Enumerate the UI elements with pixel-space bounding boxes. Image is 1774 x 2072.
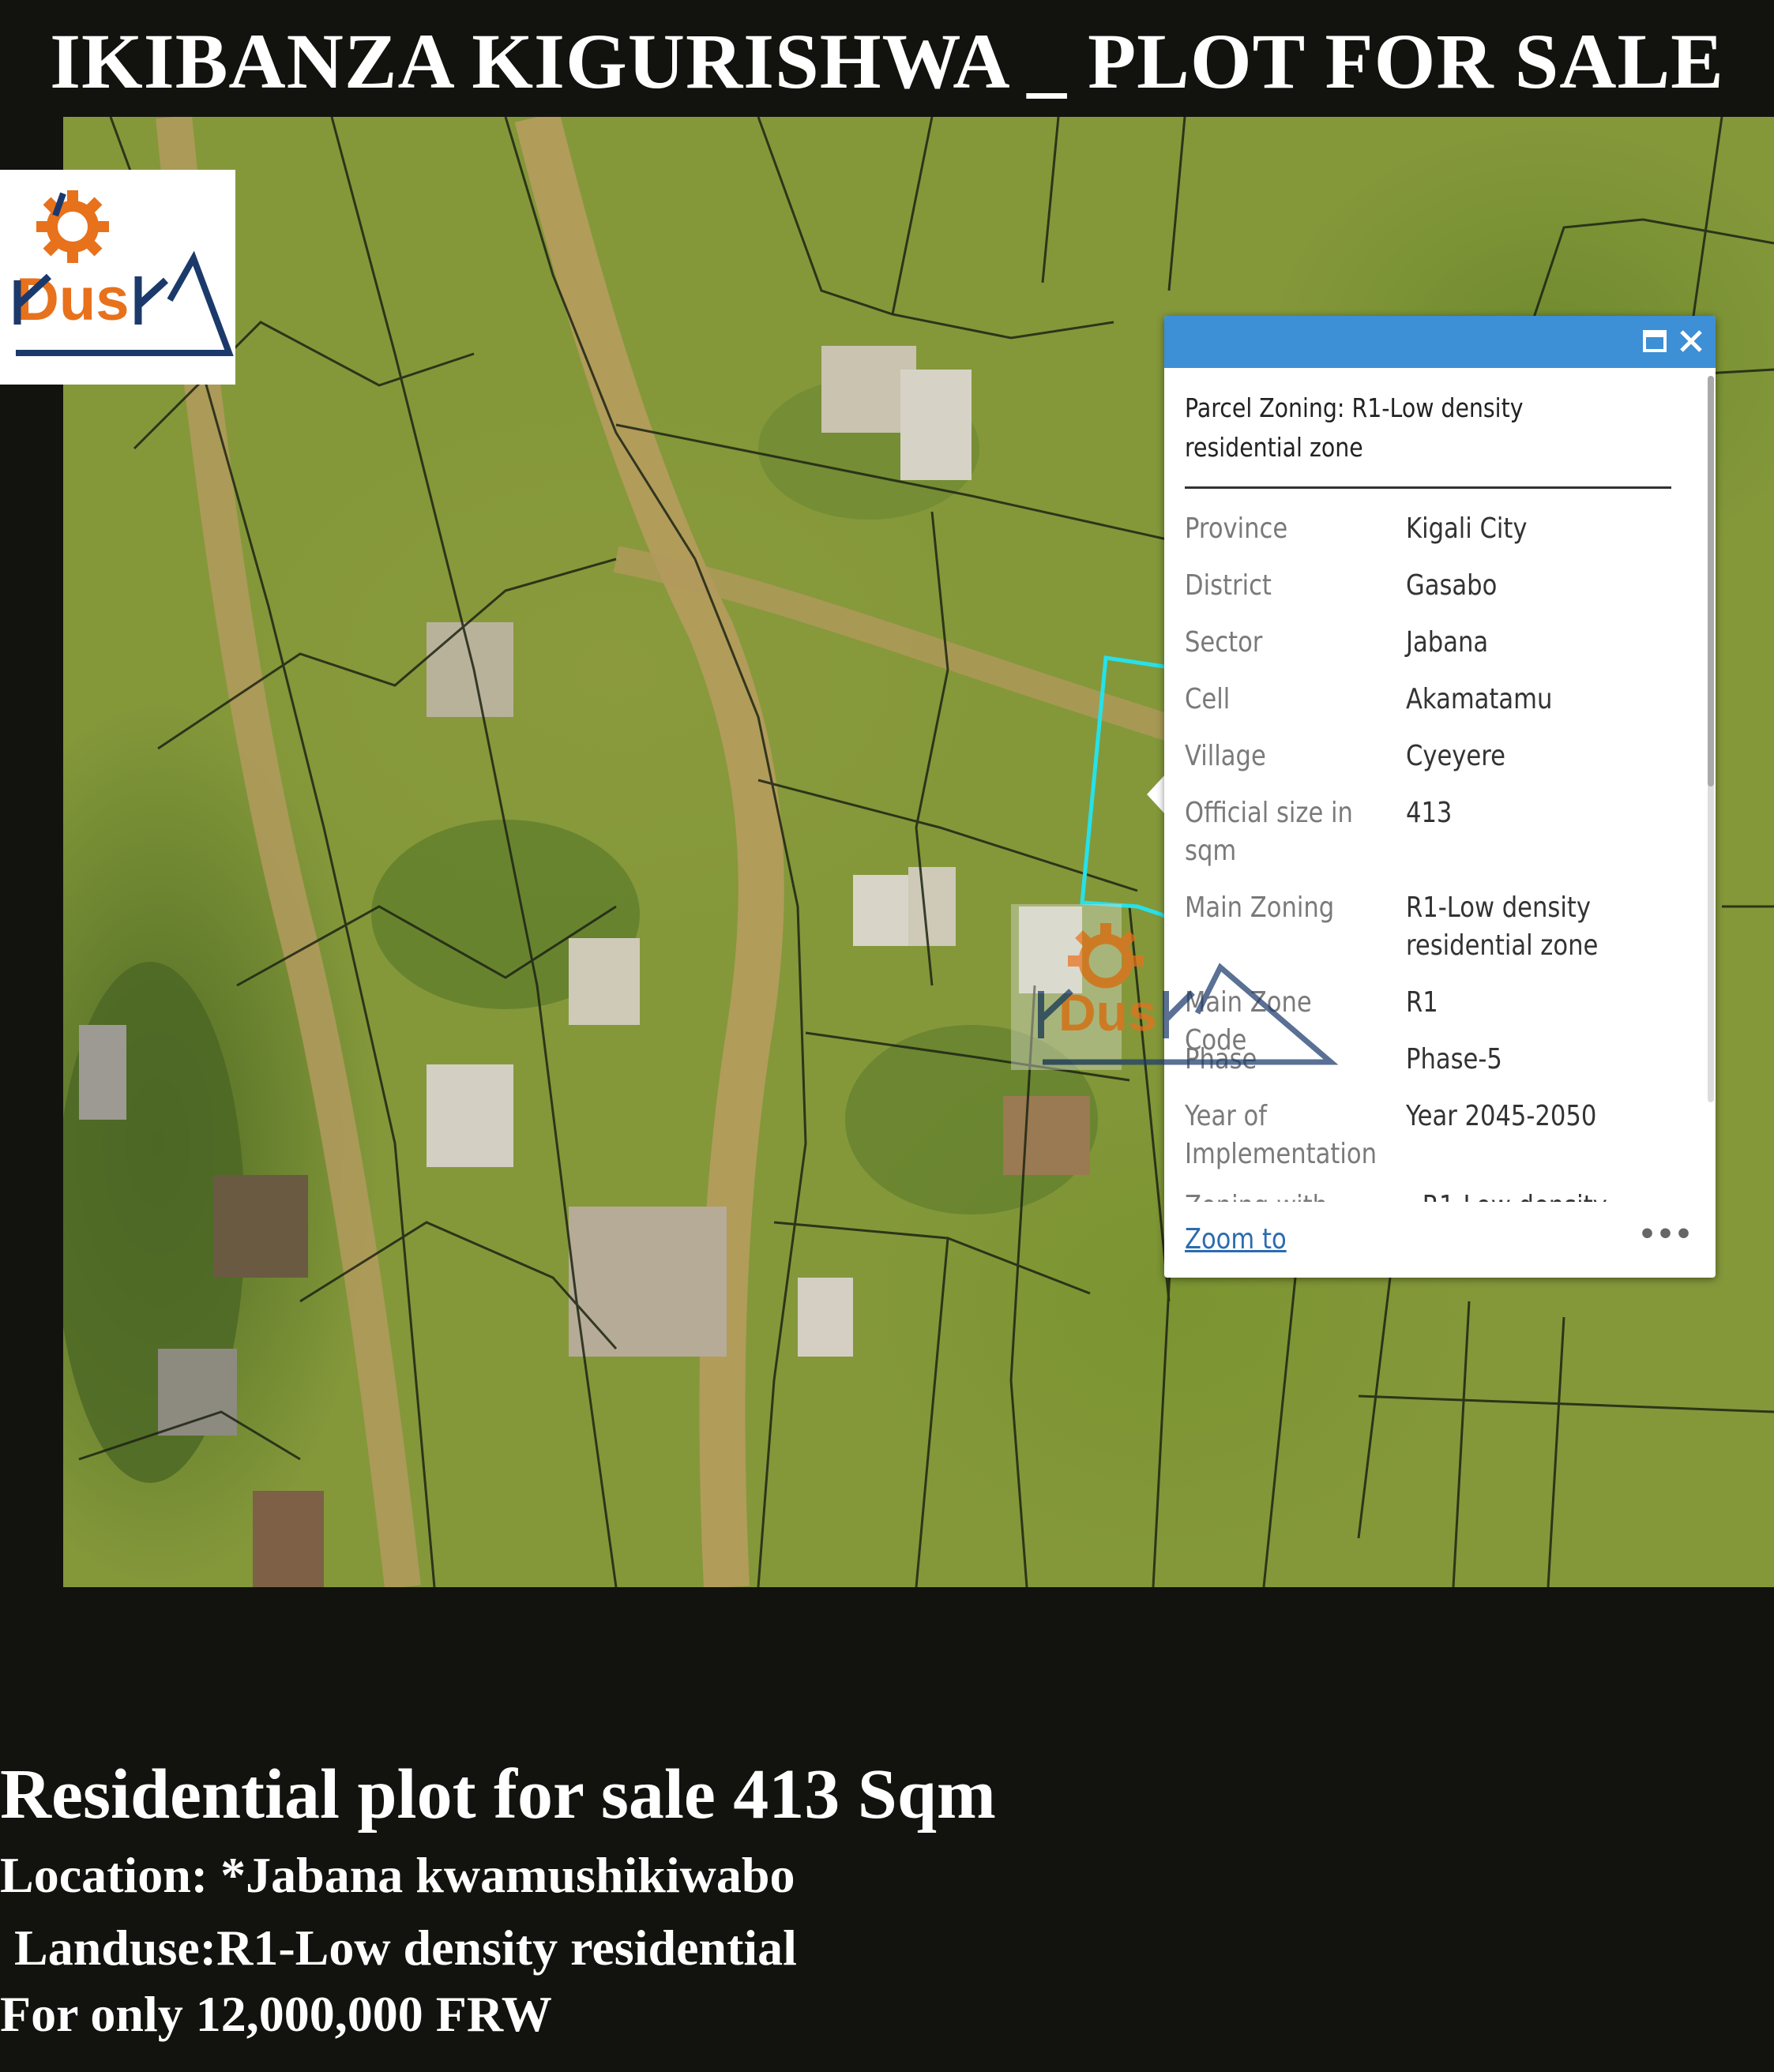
attribute-value: Phase-5 — [1406, 1043, 1502, 1075]
popup-header — [1164, 316, 1716, 368]
attribute-value: Jabana — [1406, 626, 1489, 659]
attribute-value: Cyeyere — [1406, 740, 1505, 772]
close-icon[interactable] — [1674, 324, 1708, 358]
building-roof — [853, 875, 908, 946]
attribute-label: Main Zoning — [1185, 891, 1335, 924]
attribute-label: District — [1185, 569, 1272, 602]
popup-title: Parcel Zoning: R1-Low density residentia… — [1185, 392, 1524, 463]
popup-attribute-table: Province Kigali City District Gasabo Sec… — [1185, 499, 1690, 1202]
attribute-value: R1-Low density residential zone — [1406, 891, 1599, 962]
building-roof — [1019, 906, 1082, 993]
building-roof — [900, 370, 972, 480]
building-roof — [427, 1064, 513, 1167]
building-roof — [253, 1491, 324, 1587]
attribute-label: Phase — [1185, 1043, 1257, 1075]
building-roof — [798, 1278, 853, 1357]
popup-pointer — [1147, 774, 1166, 815]
popup-title-divider — [1185, 486, 1671, 489]
attribute-label: Province — [1185, 512, 1288, 545]
kdusika-logo-icon: Dus — [13, 190, 234, 356]
building-roof — [569, 1207, 727, 1357]
attribute-label: Village — [1185, 740, 1266, 772]
zoom-to-link[interactable]: Zoom to — [1185, 1222, 1287, 1257]
building-roof — [908, 867, 956, 946]
more-actions-button[interactable]: ••• — [1638, 1218, 1693, 1252]
building-roof — [427, 622, 513, 717]
attribute-value: Year 2045-2050 — [1406, 1100, 1597, 1132]
attribute-value: Kigali City — [1406, 512, 1528, 545]
attribute-label: Year of Implementation — [1185, 1100, 1377, 1170]
attribute-value: R1 — [1406, 986, 1438, 1019]
popup-scrollbar[interactable] — [1708, 376, 1714, 1102]
attribute-value: Akamatamu — [1406, 683, 1553, 715]
listing-headline: Residential plot for sale 413 Sqm — [0, 1755, 996, 1834]
attribute-label: Official size in sqm — [1185, 797, 1353, 867]
popup-scrollbar-thumb[interactable] — [1708, 376, 1714, 786]
parcel-info-popup: Parcel Zoning: R1-Low density residentia… — [1164, 316, 1716, 1278]
attribute-label: Sector — [1185, 626, 1263, 659]
listing-location: Location: *Jabana kwamushikiwabo — [0, 1847, 795, 1903]
svg-text:Dus: Dus — [16, 266, 130, 333]
attribute-label: Cell — [1185, 683, 1231, 715]
page-headline: IKIBANZA KIGURISHWA _ PLOT FOR SALE — [50, 17, 1724, 105]
building-roof — [79, 1025, 126, 1120]
listing-landuse: Landuse:R1-Low density residential — [14, 1920, 797, 1976]
attribute-value: Gasabo — [1406, 569, 1498, 602]
building-roof — [569, 938, 640, 1025]
listing-price: For only 12,000,000 FRW — [0, 1986, 552, 2042]
attribute-label: Zoning with Areas — [1185, 1188, 1373, 1202]
attribute-value: - R1-Low density — [1406, 1188, 1634, 1202]
building-roof — [1003, 1096, 1090, 1175]
building-roof — [158, 1349, 237, 1436]
maximize-icon[interactable] — [1638, 324, 1671, 358]
company-logo: Dus — [0, 170, 235, 385]
attribute-value: 413 — [1406, 797, 1453, 829]
building-roof — [213, 1175, 308, 1278]
